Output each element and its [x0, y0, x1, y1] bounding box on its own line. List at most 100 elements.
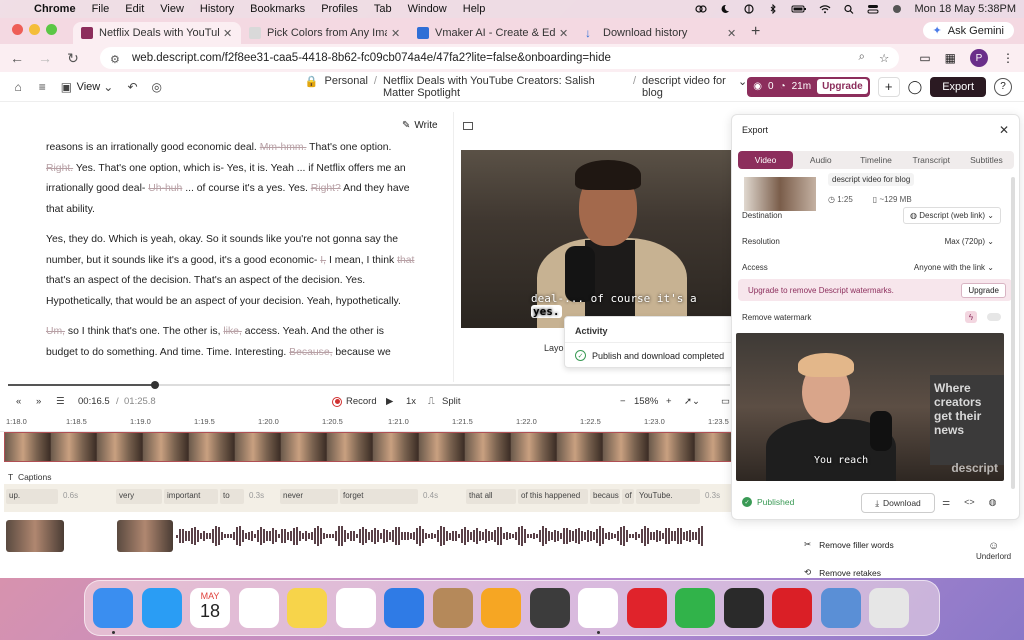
play-icon[interactable]: ▶ — [386, 396, 393, 407]
panel-divider[interactable] — [453, 112, 454, 382]
dock-chrome-icon[interactable] — [578, 588, 618, 628]
menu-help[interactable]: Help — [463, 3, 486, 15]
caption-word[interactable]: YouTube. — [636, 489, 700, 504]
check-circle-icon[interactable]: ◎ — [151, 80, 163, 94]
filler-word[interactable]: Mm-hmm. — [260, 142, 307, 153]
upgrade-button[interactable]: Upgrade — [817, 79, 868, 94]
transcript-text[interactable]: so I think that's one. The other is, — [65, 326, 223, 337]
zoom-in-icon[interactable]: + — [666, 396, 672, 407]
menu-tab[interactable]: Tab — [374, 3, 392, 15]
siri-icon[interactable] — [891, 4, 903, 14]
breadcrumb-composition[interactable]: descript video for blog — [642, 75, 732, 99]
bookmark-star-icon[interactable]: ☆ — [879, 51, 889, 65]
view-dropdown[interactable]: View — [77, 81, 101, 93]
resolution-select[interactable]: Max (720p) ⌄ — [937, 233, 1001, 250]
undo-icon[interactable]: ↶ — [126, 80, 138, 94]
dock-safari-icon[interactable] — [141, 588, 182, 628]
dock-notes-icon[interactable] — [287, 588, 327, 628]
wifi-icon[interactable] — [819, 4, 831, 14]
split-label[interactable]: Split — [442, 396, 460, 407]
profile-avatar[interactable]: P — [970, 49, 988, 67]
control-center-icon[interactable] — [867, 4, 879, 14]
caption-word[interactable]: of — [622, 489, 634, 504]
help-button[interactable]: ? — [994, 77, 1012, 96]
tab-video[interactable]: Video — [738, 151, 794, 169]
home-icon[interactable]: ⌂ — [12, 80, 24, 94]
script-paragraph[interactable]: reasons is an irrationally good economic… — [46, 138, 416, 220]
menu-window[interactable]: Window — [408, 3, 447, 15]
transcript-text[interactable]: reasons is an irrationally good economic… — [46, 142, 260, 153]
captions-track-label[interactable]: T Captions — [8, 472, 52, 482]
caption-word[interactable]: very — [116, 489, 162, 504]
caption-gap[interactable]: 0.3s — [246, 489, 278, 504]
filler-word[interactable]: Right. — [46, 163, 73, 174]
filler-word[interactable]: Because, — [289, 347, 332, 358]
dock-preview-icon[interactable] — [820, 588, 861, 628]
dock-pages-icon[interactable] — [481, 588, 521, 628]
dock-calculator-icon[interactable] — [529, 588, 570, 628]
caption-gap[interactable]: 0.4s — [420, 489, 464, 504]
address-bar[interactable]: ⚙ web.descript.com/f2f8ee31-caa5-4418-8b… — [100, 47, 900, 69]
credits-badge[interactable]: ◉ 0 ◔ 21m Upgrade — [747, 76, 870, 97]
export-button[interactable]: Export — [930, 76, 986, 97]
menu-app-name[interactable]: Chrome — [34, 3, 76, 15]
close-tab-icon[interactable]: ✕ — [223, 27, 233, 40]
caption-word[interactable]: to — [220, 489, 244, 504]
video-track[interactable] — [4, 432, 732, 462]
filler-word[interactable]: that — [397, 255, 414, 266]
timeline-ruler[interactable]: 1:18.0 1:18.5 1:19.0 1:19.5 1:20.0 1:20.… — [0, 414, 735, 432]
script-editor[interactable]: reasons is an irrationally good economic… — [46, 138, 416, 373]
video-clip-thumbnail[interactable] — [117, 520, 173, 552]
zoom-level[interactable]: 158% — [634, 396, 658, 407]
filler-word[interactable]: Right? — [311, 183, 341, 194]
dock-opera-icon[interactable] — [626, 588, 667, 628]
view-layout-icon[interactable]: ▣ — [60, 80, 72, 94]
access-select[interactable]: Anyone with the link ⌄ — [906, 259, 1001, 276]
reload-icon[interactable]: ↻ — [66, 50, 80, 67]
add-collaborator-button[interactable]: + — [877, 76, 900, 97]
audio-track[interactable] — [4, 518, 732, 554]
remove-filler-words-item[interactable]: ✂ Remove filler words — [804, 539, 894, 550]
extensions-icon[interactable]: ▦ — [945, 51, 956, 65]
breadcrumb-personal[interactable]: Personal — [324, 75, 367, 99]
pointer-tool-icon[interactable]: ➚⌄ — [684, 396, 700, 407]
menubar-datetime[interactable]: Mon 18 May 5:38PM — [915, 3, 1017, 15]
layout-button[interactable]: Layo — [544, 343, 564, 353]
caption-word[interactable]: forget — [340, 489, 418, 504]
dock-quicktime-icon[interactable] — [723, 588, 764, 628]
skip-forward-icon[interactable]: » — [36, 396, 41, 407]
apple-icon[interactable] — [8, 3, 20, 15]
playback-progress-bar[interactable] — [8, 381, 730, 389]
caption-word[interactable]: up. — [6, 489, 58, 504]
zoom-out-icon[interactable]: − — [620, 396, 626, 407]
menu-bookmarks[interactable]: Bookmarks — [250, 3, 305, 15]
timeline-panel-icon[interactable]: ▭ — [721, 396, 730, 407]
tab-audio[interactable]: Audio — [793, 151, 848, 169]
dock-creative-cloud-icon[interactable] — [772, 588, 812, 628]
menu-profiles[interactable]: Profiles — [321, 3, 358, 15]
settings-sliders-icon[interactable]: ⚌ — [942, 497, 950, 508]
caption-gap[interactable]: 0.3s — [702, 489, 732, 504]
tab-pick-colors[interactable]: Pick Colors from Any Image - ✕ — [241, 22, 409, 44]
url-text[interactable]: web.descript.com/f2f8ee31-caa5-4418-8b62… — [132, 52, 611, 64]
dock-trash-icon[interactable] — [869, 588, 909, 628]
canvas-toggle-icon[interactable] — [463, 122, 473, 130]
chevron-down-icon[interactable]: ⌄ — [738, 75, 747, 99]
maximize-window-button[interactable] — [46, 24, 57, 35]
chevron-down-icon[interactable]: ⌄ — [102, 80, 114, 94]
record-label[interactable]: Record — [346, 396, 377, 407]
transcript-text[interactable]: I mean, I think — [326, 255, 397, 266]
close-tab-icon[interactable]: ✕ — [391, 27, 401, 40]
download-button[interactable]: ⤓ Download — [861, 493, 935, 513]
dock-freeform-icon[interactable] — [335, 588, 376, 628]
caption-word[interactable]: important — [164, 489, 218, 504]
remove-watermark-toggle[interactable] — [987, 313, 1001, 321]
filler-word[interactable]: Um, — [46, 326, 65, 337]
bluetooth-icon[interactable] — [767, 4, 779, 14]
cast-icon[interactable]: ▭ — [919, 51, 930, 65]
forward-arrow-icon[interactable]: → — [38, 50, 52, 66]
dock-reminders-icon[interactable] — [238, 588, 279, 628]
video-preview[interactable]: deal-... of course it's a yes. — [461, 150, 731, 328]
tab-transcript[interactable]: Transcript — [904, 151, 959, 169]
close-tab-icon[interactable]: ✕ — [559, 27, 569, 40]
